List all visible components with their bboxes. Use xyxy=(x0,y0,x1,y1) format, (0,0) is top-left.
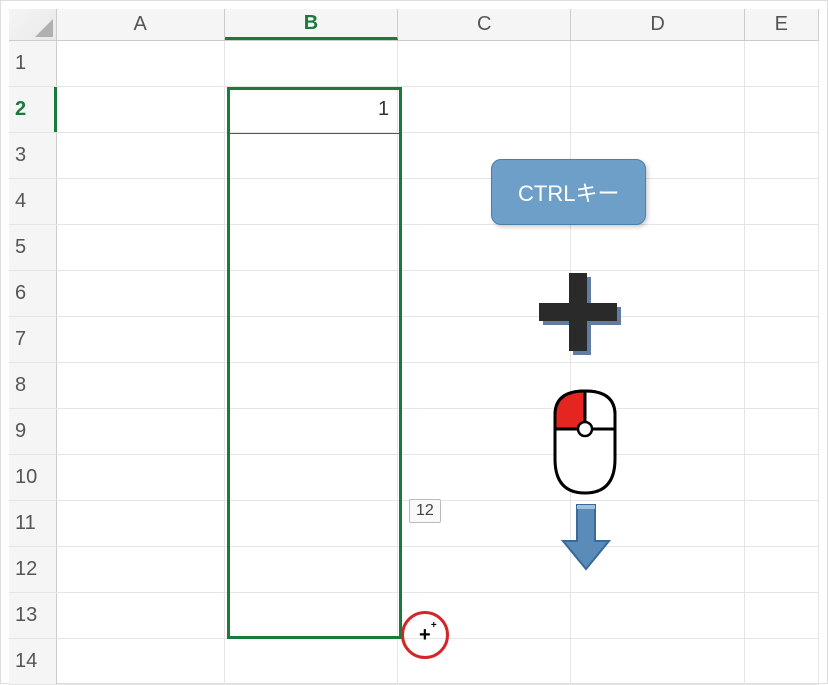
row-13[interactable]: 13 xyxy=(9,593,819,639)
row-header-3[interactable]: 3 xyxy=(9,133,57,178)
row-10[interactable]: 10 xyxy=(9,455,819,501)
fill-handle-cursor-icon: + + xyxy=(419,625,431,645)
row-header-9[interactable]: 9 xyxy=(9,409,57,454)
row-header-12[interactable]: 12 xyxy=(9,547,57,592)
col-header-c[interactable]: C xyxy=(398,9,571,40)
row-5[interactable]: 5 xyxy=(9,225,819,271)
row-header-4[interactable]: 4 xyxy=(9,179,57,224)
col-header-d[interactable]: D xyxy=(571,9,744,40)
column-header-row: A B C D E xyxy=(9,9,819,41)
row-header-11[interactable]: 11 xyxy=(9,501,57,546)
row-6[interactable]: 6 xyxy=(9,271,819,317)
row-header-13[interactable]: 13 xyxy=(9,593,57,638)
ctrl-key-label: CTRLキー xyxy=(491,159,646,225)
cell-b2[interactable]: 1 xyxy=(225,87,398,132)
plus-icon xyxy=(535,269,625,364)
row-12[interactable]: 12 xyxy=(9,547,819,593)
down-arrow-icon xyxy=(561,503,611,578)
ctrl-plus-indicator-icon: + xyxy=(431,621,437,631)
active-cell-divider xyxy=(230,133,399,134)
fill-tooltip: 12 xyxy=(409,499,441,523)
row-9[interactable]: 9 xyxy=(9,409,819,455)
row-4[interactable]: 4 xyxy=(9,179,819,225)
row-8[interactable]: 8 xyxy=(9,363,819,409)
row-header-8[interactable]: 8 xyxy=(9,363,57,408)
select-all-corner[interactable] xyxy=(9,9,57,40)
row-header-2[interactable]: 2 xyxy=(9,87,57,132)
col-header-b[interactable]: B xyxy=(225,9,398,40)
row-7[interactable]: 7 xyxy=(9,317,819,363)
row-header-7[interactable]: 7 xyxy=(9,317,57,362)
row-header-1[interactable]: 1 xyxy=(9,41,57,86)
row-2[interactable]: 2 1 xyxy=(9,87,819,133)
spreadsheet-grid[interactable]: A B C D E 1 2 1 3 4 5 6 7 8 9 xyxy=(9,9,819,675)
row-header-5[interactable]: 5 xyxy=(9,225,57,270)
col-header-e[interactable]: E xyxy=(745,9,819,40)
row-14[interactable]: 14 xyxy=(9,639,819,685)
row-1[interactable]: 1 xyxy=(9,41,819,87)
row-header-14[interactable]: 14 xyxy=(9,639,57,684)
row-header-6[interactable]: 6 xyxy=(9,271,57,316)
row-3[interactable]: 3 xyxy=(9,133,819,179)
mouse-icon xyxy=(543,387,627,502)
row-header-10[interactable]: 10 xyxy=(9,455,57,500)
col-header-a[interactable]: A xyxy=(57,9,225,40)
